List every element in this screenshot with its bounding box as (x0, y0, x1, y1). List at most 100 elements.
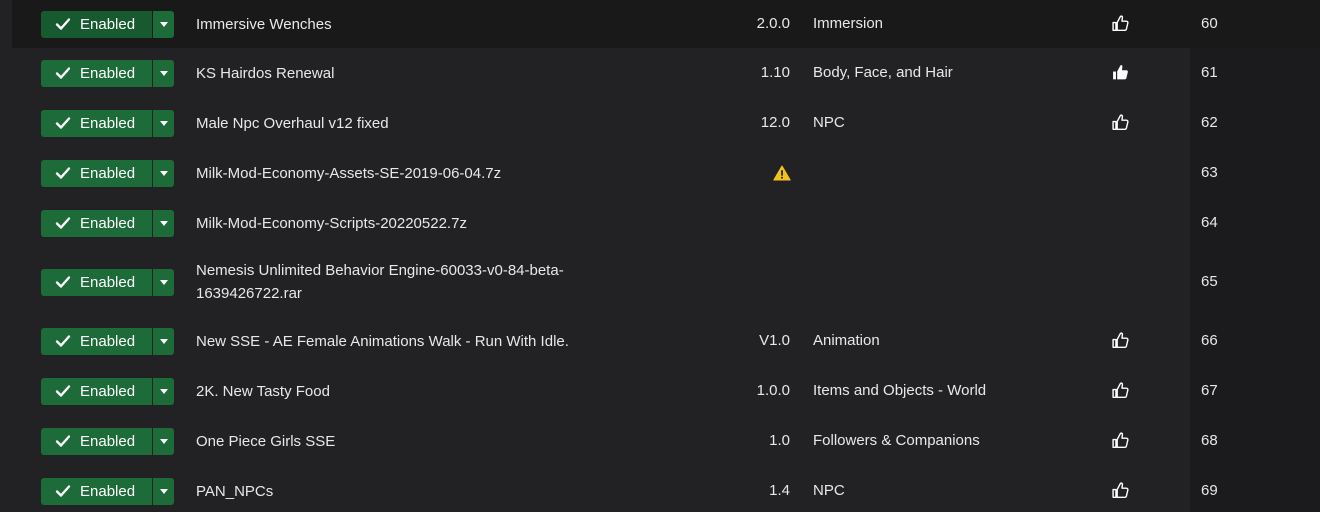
status-toggle-button[interactable]: Enabled (41, 10, 152, 38)
checkmark-icon (55, 18, 71, 30)
mod-row[interactable]: Enabled New SSE - AE Female Animations Wa… (0, 316, 1320, 366)
status-dropdown-button[interactable] (153, 268, 174, 296)
mod-category: NPC (813, 482, 845, 499)
status-label: Enabled (80, 432, 136, 450)
mod-row[interactable]: Enabled KS Hairdos Renewal 1.10 Body, Face,… (0, 48, 1320, 98)
status-split-button: Enabled (41, 268, 174, 296)
status-toggle-button[interactable]: Enabled (41, 159, 152, 187)
mod-name[interactable]: New SSE - AE Female Animations Walk - Ru… (196, 330, 636, 353)
checkmark-icon (55, 485, 71, 497)
thumbs-up-icon[interactable] (1111, 481, 1130, 500)
thumbs-up-icon[interactable] (1111, 431, 1130, 450)
checkmark-icon (55, 67, 71, 79)
caret-down-icon (159, 120, 168, 126)
load-order: 66 (1201, 332, 1218, 349)
mod-category: Items and Objects - World (813, 382, 987, 399)
status-label: Enabled (80, 15, 136, 33)
mod-name[interactable]: Milk-Mod-Economy-Scripts-20220522.7z (196, 212, 636, 235)
mod-name[interactable]: One Piece Girls SSE (196, 430, 636, 453)
thumbs-up-icon[interactable] (1111, 14, 1130, 33)
mod-version: 2.0.0 (756, 15, 790, 32)
status-toggle-button[interactable]: Enabled (41, 59, 152, 87)
caret-down-icon (159, 279, 168, 285)
status-split-button: Enabled (41, 327, 174, 355)
status-dropdown-button[interactable] (153, 327, 174, 355)
load-order: 61 (1201, 64, 1218, 81)
status-toggle-button[interactable]: Enabled (41, 209, 152, 237)
mod-list-table: Enabled Immersive Wenches 2.0.0 Immersion 60… (0, 0, 1320, 512)
thumbs-up-icon[interactable] (1111, 381, 1130, 400)
mod-row[interactable]: Enabled Immersive Wenches 2.0.0 Immersion 60 (0, 0, 1320, 48)
status-label: Enabled (80, 164, 136, 182)
load-order: 65 (1201, 273, 1218, 290)
mod-name[interactable]: Milk-Mod-Economy-Assets-SE-2019-06-04.7z (196, 162, 636, 185)
checkmark-icon (55, 217, 71, 229)
status-dropdown-button[interactable] (153, 427, 174, 455)
load-order: 64 (1201, 214, 1218, 231)
mod-row[interactable]: Enabled Nemesis Unlimited Behavior Engine… (0, 248, 1320, 316)
status-dropdown-button[interactable] (153, 159, 174, 187)
mod-category: Followers & Companions (813, 432, 980, 449)
caret-down-icon (159, 170, 168, 176)
status-dropdown-button[interactable] (153, 377, 174, 405)
checkmark-icon (55, 167, 71, 179)
mod-name[interactable]: PAN_NPCs (196, 480, 636, 503)
caret-down-icon (159, 488, 168, 494)
status-label: Enabled (80, 214, 136, 232)
status-toggle-button[interactable]: Enabled (41, 477, 152, 505)
status-dropdown-button[interactable] (153, 59, 174, 87)
caret-down-icon (159, 388, 168, 394)
caret-down-icon (159, 21, 168, 27)
status-dropdown-button[interactable] (153, 109, 174, 137)
status-toggle-button[interactable]: Enabled (41, 377, 152, 405)
mod-name[interactable]: 2K. New Tasty Food (196, 380, 636, 403)
checkmark-icon (55, 385, 71, 397)
checkmark-icon (55, 117, 71, 129)
load-order: 69 (1201, 482, 1218, 499)
mod-category: Body, Face, and Hair (813, 64, 953, 81)
load-order: 67 (1201, 382, 1218, 399)
status-toggle-button[interactable]: Enabled (41, 268, 152, 296)
caret-down-icon (159, 338, 168, 344)
mod-row[interactable]: Enabled Milk-Mod-Economy-Assets-SE-2019-0… (0, 148, 1320, 198)
status-label: Enabled (80, 64, 136, 82)
thumbs-up-filled-icon[interactable] (1111, 63, 1130, 82)
mod-row[interactable]: Enabled One Piece Girls SSE 1.0 Followers &… (0, 416, 1320, 466)
mod-version: 12.0 (760, 114, 790, 131)
status-dropdown-button[interactable] (153, 10, 174, 38)
mod-row[interactable]: Enabled Milk-Mod-Economy-Scripts-20220522… (0, 198, 1320, 248)
load-order: 62 (1201, 114, 1218, 131)
mod-name[interactable]: Nemesis Unlimited Behavior Engine-60033-… (196, 259, 636, 305)
caret-down-icon (159, 220, 168, 226)
mod-version: 1.10 (760, 64, 790, 81)
checkmark-icon (55, 435, 71, 447)
mod-row[interactable]: Enabled PAN_NPCs 1.4 NPC 69 (0, 466, 1320, 512)
status-toggle-button[interactable]: Enabled (41, 427, 152, 455)
load-order: 60 (1201, 15, 1218, 32)
mod-row[interactable]: Enabled 2K. New Tasty Food 1.0.0 Items and … (0, 366, 1320, 416)
mod-name[interactable]: KS Hairdos Renewal (196, 62, 636, 85)
mod-category: NPC (813, 114, 845, 131)
status-label: Enabled (80, 332, 136, 350)
status-label: Enabled (80, 114, 136, 132)
thumbs-up-icon[interactable] (1111, 331, 1130, 350)
status-split-button: Enabled (41, 209, 174, 237)
checkmark-icon (55, 276, 71, 288)
status-dropdown-button[interactable] (153, 209, 174, 237)
caret-down-icon (159, 438, 168, 444)
status-label: Enabled (80, 273, 136, 291)
mod-name[interactable]: Immersive Wenches (196, 13, 636, 36)
status-toggle-button[interactable]: Enabled (41, 109, 152, 137)
warning-icon (773, 165, 791, 181)
status-split-button: Enabled (41, 109, 174, 137)
thumbs-up-icon[interactable] (1111, 113, 1130, 132)
mod-category: Animation (813, 332, 880, 349)
checkmark-icon (55, 335, 71, 347)
mod-row[interactable]: Enabled Male Npc Overhaul v12 fixed 12.0 NP… (0, 98, 1320, 148)
mod-name[interactable]: Male Npc Overhaul v12 fixed (196, 112, 636, 135)
status-toggle-button[interactable]: Enabled (41, 327, 152, 355)
status-label: Enabled (80, 482, 136, 500)
status-dropdown-button[interactable] (153, 477, 174, 505)
mod-version: 1.4 (769, 482, 790, 499)
status-label: Enabled (80, 382, 136, 400)
